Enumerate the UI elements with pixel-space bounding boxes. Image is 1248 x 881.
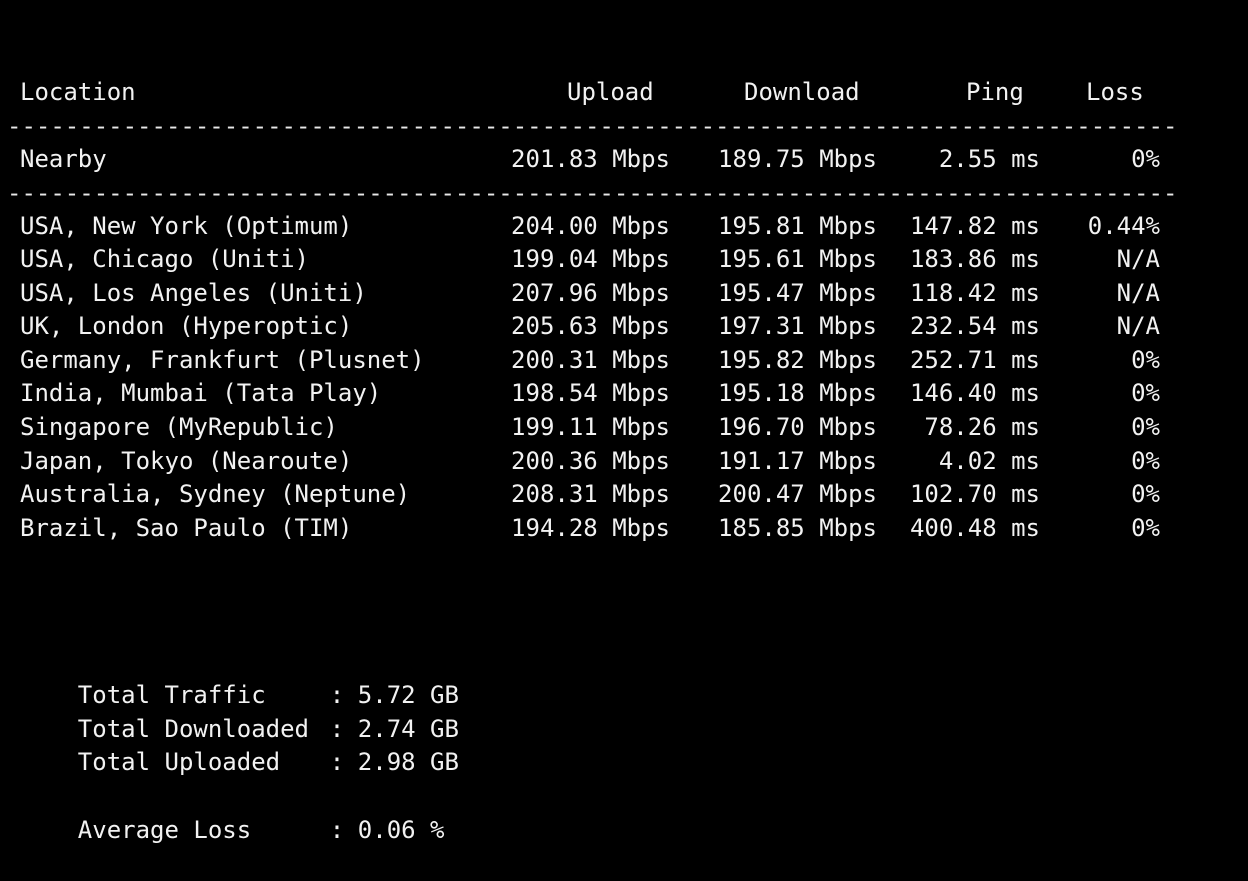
row-download: 185.85 Mbps [718, 514, 877, 542]
row-ping: 232.54 ms [909, 312, 1040, 340]
row-upload: 194.28 Mbps [511, 514, 670, 542]
total-uploaded-line: Total Uploaded:2.98 GB [20, 711, 459, 776]
nearby-loss: 0% [1131, 145, 1160, 173]
table-header: Location Upload Download Ping Loss [0, 75, 1248, 109]
row-ping: 252.71 ms [909, 346, 1040, 374]
average-loss-line: Average Loss:0.06 % [20, 779, 445, 844]
row-download: 196.70 Mbps [718, 413, 877, 441]
row-upload: 204.00 Mbps [511, 212, 670, 240]
row-ping: 183.86 ms [909, 245, 1040, 273]
row-download: 195.47 Mbps [718, 279, 877, 307]
row-ping: 118.42 ms [909, 279, 1040, 307]
row-location: USA, Chicago (Uniti) [20, 245, 309, 273]
row-download: 191.17 Mbps [718, 447, 877, 475]
divider-top: ----------------------------------------… [7, 112, 1175, 140]
header-location: Location [20, 78, 136, 106]
row-location: India, Mumbai (Tata Play) [20, 379, 382, 407]
nearby-row: Nearby 201.83 Mbps 189.75 Mbps 2.55 ms 0… [0, 142, 1248, 176]
row-ping: 78.26 ms [924, 413, 1040, 441]
row-location: UK, London (Hyperoptic) [20, 312, 353, 340]
table-row: Germany, Frankfurt (Plusnet) 200.31 Mbps… [0, 343, 1248, 377]
table-row: UK, London (Hyperoptic) 205.63 Mbps 197.… [0, 309, 1248, 343]
row-ping: 102.70 ms [909, 480, 1040, 508]
row-loss: N/A [1116, 245, 1160, 273]
summary-separator: : [329, 816, 345, 844]
row-loss: N/A [1116, 279, 1160, 307]
row-upload: 205.63 Mbps [511, 312, 670, 340]
average-loss-label: Average Loss [77, 816, 252, 844]
row-upload: 200.36 Mbps [511, 447, 670, 475]
row-loss: 0% [1131, 480, 1160, 508]
table-row: Singapore (MyRepublic) 199.11 Mbps 196.7… [0, 410, 1248, 444]
total-downloaded-line: Total Downloaded:2.74 GB [20, 678, 459, 743]
row-location: USA, Los Angeles (Uniti) [20, 279, 367, 307]
row-location: Singapore (MyRepublic) [20, 413, 338, 441]
row-download: 195.18 Mbps [718, 379, 877, 407]
row-download: 195.81 Mbps [718, 212, 877, 240]
row-upload: 200.31 Mbps [511, 346, 670, 374]
row-location: Japan, Tokyo (Nearoute) [20, 447, 353, 475]
row-loss: 0% [1131, 514, 1160, 542]
table-row: Japan, Tokyo (Nearoute) 200.36 Mbps 191.… [0, 444, 1248, 478]
row-download: 197.31 Mbps [718, 312, 877, 340]
header-download: Download [744, 78, 860, 106]
table-row: USA, Los Angeles (Uniti) 207.96 Mbps 195… [0, 276, 1248, 310]
header-loss: Loss [1086, 78, 1144, 106]
header-upload: Upload [567, 78, 654, 106]
table-row: USA, Chicago (Uniti) 199.04 Mbps 195.61 … [0, 242, 1248, 276]
row-loss: 0% [1131, 447, 1160, 475]
row-download: 195.82 Mbps [718, 346, 877, 374]
row-upload: 208.31 Mbps [511, 480, 670, 508]
nearby-upload: 201.83 Mbps [511, 145, 670, 173]
total-uploaded-label: Total Uploaded [77, 748, 281, 776]
header-ping: Ping [966, 78, 1024, 106]
row-ping: 147.82 ms [909, 212, 1040, 240]
row-ping: 400.48 ms [909, 514, 1040, 542]
total-uploaded-value: 2.98 GB [357, 748, 459, 776]
row-download: 200.47 Mbps [718, 480, 877, 508]
row-location: USA, New York (Optimum) [20, 212, 353, 240]
row-upload: 199.11 Mbps [511, 413, 670, 441]
row-loss: N/A [1116, 312, 1160, 340]
summary-separator: : [329, 748, 345, 776]
row-location: Brazil, Sao Paulo (TIM) [20, 514, 353, 542]
row-loss: 0% [1131, 346, 1160, 374]
row-location: Australia, Sydney (Neptune) [20, 480, 411, 508]
terminal-output: Location Upload Download Ping Loss -----… [0, 0, 1248, 844]
nearby-location: Nearby [20, 145, 107, 173]
total-traffic-line: Total Traffic:5.72 GB [20, 644, 459, 709]
table-row: USA, New York (Optimum) 204.00 Mbps 195.… [0, 209, 1248, 243]
row-loss: 0% [1131, 413, 1160, 441]
average-loss-value: 0.06 % [357, 816, 445, 844]
row-loss: 0.44% [1087, 212, 1160, 240]
row-upload: 207.96 Mbps [511, 279, 670, 307]
row-upload: 199.04 Mbps [511, 245, 670, 273]
row-upload: 198.54 Mbps [511, 379, 670, 407]
row-ping: 4.02 ms [938, 447, 1040, 475]
nearby-download: 189.75 Mbps [718, 145, 877, 173]
table-row: Brazil, Sao Paulo (TIM) 194.28 Mbps 185.… [0, 511, 1248, 545]
row-ping: 146.40 ms [909, 379, 1040, 407]
row-location: Germany, Frankfurt (Plusnet) [20, 346, 425, 374]
table-row: Australia, Sydney (Neptune) 208.31 Mbps … [0, 477, 1248, 511]
row-download: 195.61 Mbps [718, 245, 877, 273]
row-loss: 0% [1131, 379, 1160, 407]
divider-middle: ----------------------------------------… [7, 179, 1175, 207]
table-row: India, Mumbai (Tata Play) 198.54 Mbps 19… [0, 376, 1248, 410]
nearby-ping: 2.55 ms [938, 145, 1040, 173]
